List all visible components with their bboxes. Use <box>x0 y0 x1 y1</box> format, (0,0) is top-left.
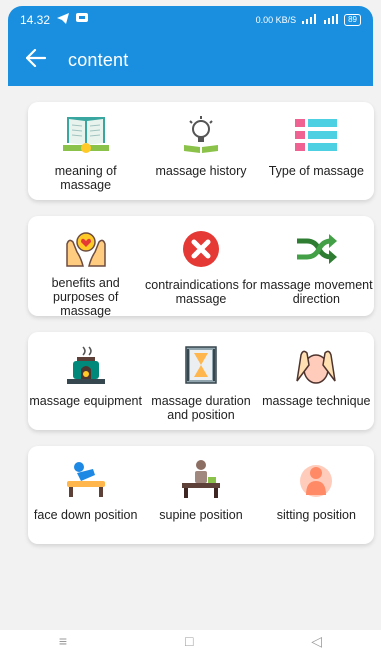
back-icon[interactable]: ◁ <box>311 633 322 650</box>
person-lying-face-down-icon <box>62 458 110 500</box>
hourglass-icon <box>177 344 225 386</box>
item-label: sitting position <box>276 508 356 522</box>
page-title: content <box>68 49 129 70</box>
item-supine-position[interactable]: supine position <box>143 446 258 544</box>
battery-icon: 89 <box>344 14 361 26</box>
item-face-down-position[interactable]: face down position <box>28 446 143 544</box>
item-massage-technique[interactable]: massage technique <box>259 332 374 430</box>
network-speed: 0.00 KB/S <box>255 15 297 25</box>
category-card: massage equipment massage duration and p… <box>28 332 374 430</box>
shuffle-arrows-icon <box>292 228 340 270</box>
item-massage-history[interactable]: massage history <box>143 102 258 200</box>
item-sitting-position[interactable]: sitting position <box>259 446 374 544</box>
item-label: contraindications for massage <box>145 278 257 306</box>
item-benefits-and-purposes[interactable]: benefits and purposes of massage <box>28 216 143 318</box>
aroma-diffuser-icon <box>62 344 110 386</box>
category-card: face down position supine position sitti… <box>28 446 374 544</box>
hands-heart-icon <box>62 228 110 268</box>
item-label: massage technique <box>262 394 371 408</box>
menu-icon[interactable]: ≡ <box>59 633 67 649</box>
item-meaning-of-massage[interactable]: meaning of massage <box>28 102 143 200</box>
item-massage-equipment[interactable]: massage equipment <box>28 332 143 430</box>
item-label: massage equipment <box>29 394 142 408</box>
item-label: benefits and purposes of massage <box>51 276 120 318</box>
lightbulb-book-icon <box>177 114 225 156</box>
signal-icon <box>302 14 318 26</box>
list-icon <box>292 114 340 156</box>
category-card: benefits and purposes of massage contrai… <box>28 216 374 318</box>
person-sitting-icon <box>292 458 340 500</box>
app-bar: content <box>8 34 373 86</box>
item-duration-and-position[interactable]: massage duration and position <box>143 332 258 430</box>
person-supine-table-icon <box>177 458 225 500</box>
message-icon <box>76 13 89 27</box>
item-movement-direction[interactable]: massage movement direction <box>259 216 374 316</box>
item-label: massage duration and position <box>151 394 251 422</box>
item-label: supine position <box>159 508 243 522</box>
content-area: meaning of massage massage history Type … <box>8 86 374 630</box>
category-card: meaning of massage massage history Type … <box>28 102 374 200</box>
status-time: 14.32 <box>20 13 51 27</box>
red-cross-icon <box>177 228 225 270</box>
item-type-of-massage[interactable]: Type of massage <box>259 102 374 200</box>
status-bar: 14.32 0.00 KB/S 89 <box>8 6 373 34</box>
item-label: Type of massage <box>268 164 364 178</box>
signal-4g-icon <box>324 14 339 26</box>
home-icon[interactable]: □ <box>185 633 193 649</box>
open-book-icon <box>62 114 110 156</box>
item-label: massage history <box>155 164 247 178</box>
hands-on-face-icon <box>292 344 340 386</box>
item-label: meaning of massage <box>54 164 117 192</box>
item-label: face down position <box>33 508 138 522</box>
item-contraindications[interactable]: contraindications for massage <box>143 216 258 316</box>
item-label: massage movement direction <box>260 278 373 306</box>
system-nav-bar: ≡ □ ◁ <box>0 630 381 652</box>
telegram-icon <box>57 13 70 27</box>
back-arrow-icon[interactable] <box>25 48 47 71</box>
